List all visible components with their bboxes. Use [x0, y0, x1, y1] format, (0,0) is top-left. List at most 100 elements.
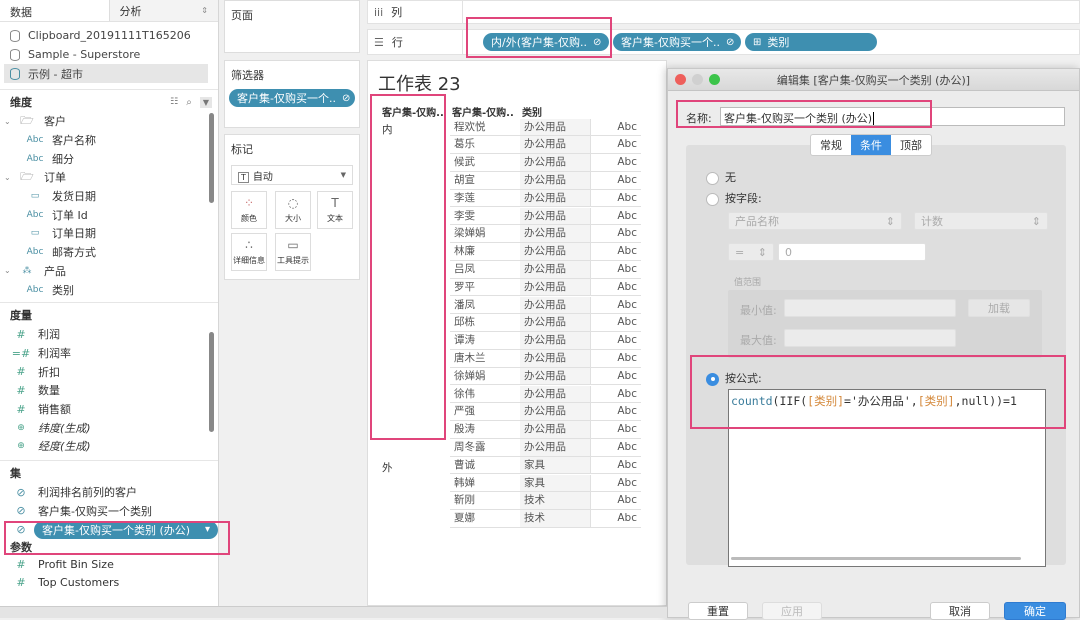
measure-item[interactable]: ⊕ 经度(生成)	[0, 437, 218, 456]
table-row[interactable]: 罗平 办公用品 Abc	[450, 278, 641, 297]
table-row[interactable]: 殷涛 办公用品 Abc	[450, 421, 641, 439]
dimension-item[interactable]: ⌄ 🗁 客户	[0, 112, 218, 131]
formula-editor[interactable]: countd(IIF([类别]='办公用品',[类别],null))=1	[728, 389, 1046, 567]
dimension-item[interactable]: ▭ 订单日期	[0, 224, 218, 243]
table-row[interactable]: 严强 办公用品 Abc	[450, 403, 641, 422]
tab-analysis[interactable]: 分析 ⇕	[108, 0, 218, 21]
columns-shelf[interactable]: iii 列	[367, 0, 1080, 24]
datasource-item-selected[interactable]: 示例 - 超市	[4, 64, 208, 83]
table-row[interactable]: 靳刚 技术 Abc	[450, 492, 641, 511]
value-input[interactable]: 0	[778, 243, 926, 261]
option-field[interactable]: 按字段:	[706, 190, 762, 206]
radio-field[interactable]	[706, 192, 719, 206]
radio-none[interactable]	[706, 171, 719, 185]
dimension-item[interactable]: Abc子类别	[0, 299, 218, 300]
option-none[interactable]: 无	[706, 169, 736, 185]
option-formula[interactable]: 按公式:	[706, 370, 762, 386]
size-button[interactable]: ◌ 大小	[275, 191, 311, 229]
dropdown-menu-icon[interactable]: ▼	[199, 96, 212, 108]
row-pill-category[interactable]: ⊞ 类别	[745, 33, 877, 51]
mark-type-select[interactable]: T 自动 ▼	[231, 165, 353, 185]
measures-scrollbar[interactable]	[209, 332, 214, 432]
measure-item[interactable]: # 折扣	[0, 362, 218, 381]
parameter-item[interactable]: # Profit Bin Size	[0, 555, 218, 574]
tooltip-button[interactable]: ▭ 工具提示	[275, 233, 311, 271]
parameter-item[interactable]: # Top Customers	[0, 574, 218, 593]
table-row[interactable]: 林廉 办公用品 Abc	[450, 243, 641, 261]
table-row[interactable]: 韩婵 家具 Abc	[450, 474, 641, 493]
radio-formula[interactable]	[706, 372, 719, 386]
tab-condition[interactable]: 条件	[851, 135, 891, 155]
apply-button[interactable]: 应用	[762, 602, 822, 620]
table-row[interactable]: 徐婵娟 办公用品 Abc	[450, 367, 641, 386]
sheet-tabs-bar[interactable]	[0, 606, 667, 618]
filter-pill[interactable]: 客户集-仅购买一个.. ⊘	[229, 89, 355, 107]
set-item[interactable]: ⊘ 利润排名前列的客户	[0, 483, 218, 502]
field-select[interactable]: 产品名称 ⇕	[728, 212, 902, 230]
rows-shelf[interactable]: ☰ 行 内/外(客户集-仅购.. ⊘ 客户集-仅购买一个.. ⊘ ⊞ 类别	[367, 29, 1080, 55]
dimension-item[interactable]: Abc 客户名称	[0, 131, 218, 150]
table-row[interactable]: 葛乐 办公用品 Abc	[450, 136, 641, 155]
measure-item[interactable]: # 利润	[0, 325, 218, 344]
cancel-button[interactable]: 取消	[930, 602, 990, 620]
dimension-item[interactable]: Abc 类别	[0, 280, 218, 299]
table-row[interactable]: 梁婵娟 办公用品 Abc	[450, 225, 641, 244]
tab-data[interactable]: 数据	[0, 0, 109, 21]
name-input[interactable]: 客户集-仅购买一个类别 (办公)	[720, 107, 1065, 126]
search-icon[interactable]: ⌕	[186, 97, 192, 108]
measure-item[interactable]: # 销售额	[0, 400, 218, 419]
row-pill-set[interactable]: 客户集-仅购买一个.. ⊘	[613, 33, 741, 51]
min-input[interactable]	[784, 299, 956, 317]
table-row[interactable]: 周冬露 办公用品 Abc	[450, 438, 641, 457]
header-category[interactable]: 类别	[522, 104, 542, 119]
measure-item[interactable]: ⊕ 纬度(生成)	[0, 418, 218, 437]
chevron-down-icon[interactable]: ⌄	[4, 266, 16, 275]
table-row[interactable]: 夏娜 技术 Abc	[450, 510, 641, 528]
datasource-item[interactable]: Clipboard_20191111T165206	[0, 26, 218, 45]
aggregation-select[interactable]: 计数 ⇕	[914, 212, 1048, 230]
table-row[interactable]: 徐伟 办公用品 Abc	[450, 385, 641, 404]
measure-item[interactable]: # 数量	[0, 381, 218, 400]
chevron-down-icon[interactable]: ⌄	[4, 117, 16, 126]
load-button[interactable]: 加载	[968, 299, 1030, 317]
measure-item[interactable]: =# 利润率	[0, 344, 218, 363]
dialog-titlebar[interactable]: 编辑集 [客户集-仅购买一个类别 (办公)]	[668, 69, 1079, 91]
table-row[interactable]: 唐木兰 办公用品 Abc	[450, 349, 641, 368]
datasource-item[interactable]: Sample - Superstore	[0, 45, 218, 64]
dimension-item[interactable]: Abc 细分	[0, 149, 218, 168]
dimension-item[interactable]: Abc 邮寄方式	[0, 243, 218, 262]
table-row[interactable]: 李莲 办公用品 Abc	[450, 189, 641, 208]
table-row[interactable]: 程欢悦 办公用品 Abc	[450, 118, 641, 137]
set-item[interactable]: ⊘ 客户集-仅购买一个类别 (办公) ▾	[0, 520, 218, 539]
table-row[interactable]: 潘凤 办公用品 Abc	[450, 296, 641, 315]
table-row[interactable]: 胡宣 办公用品 Abc	[450, 171, 641, 190]
operator-select[interactable]: = ⇕	[728, 243, 774, 261]
table-row[interactable]: 吕凤 办公用品 Abc	[450, 260, 641, 279]
formula-hscrollbar[interactable]	[731, 557, 1021, 560]
table-row[interactable]: 候武 办公用品 Abc	[450, 154, 641, 172]
reset-button[interactable]: 重置	[688, 602, 748, 620]
table-row[interactable]: 邱栋 办公用品 Abc	[450, 314, 641, 333]
header-inout[interactable]: 客户集-仅购..	[382, 104, 444, 119]
table-row[interactable]: 李雯 办公用品 Abc	[450, 207, 641, 226]
tab-general[interactable]: 常规	[811, 135, 851, 155]
header-set[interactable]: 客户集-仅购..	[452, 104, 514, 119]
chevron-down-icon[interactable]: ⌄	[4, 173, 16, 182]
tab-top[interactable]: 顶部	[891, 135, 931, 155]
dimension-item[interactable]: ▭ 发货日期	[0, 187, 218, 206]
ok-button[interactable]: 确定	[1004, 602, 1066, 620]
detail-button[interactable]: ∴ 详细信息	[231, 233, 267, 271]
table-row[interactable]: 曹诚 家具 Abc	[450, 456, 641, 475]
set-item[interactable]: ⊘ 客户集-仅购买一个类别	[0, 502, 218, 521]
color-button[interactable]: ⁘ 颜色	[231, 191, 267, 229]
table-row[interactable]: 谭涛 办公用品 Abc	[450, 332, 641, 350]
dimensions-scrollbar[interactable]	[209, 113, 214, 203]
max-input[interactable]	[784, 329, 956, 347]
text-button[interactable]: T 文本	[317, 191, 353, 229]
view-list-icon[interactable]: ☷	[170, 97, 178, 107]
chevron-down-icon[interactable]: ▾	[205, 524, 210, 535]
set-pill-selected[interactable]: 客户集-仅购买一个类别 (办公) ▾	[34, 520, 218, 539]
row-pill-inout[interactable]: 内/外(客户集-仅购.. ⊘	[483, 33, 609, 51]
dimension-item[interactable]: Abc 订单 Id	[0, 205, 218, 224]
dimension-item[interactable]: ⌄ 🗁 订单	[0, 168, 218, 187]
